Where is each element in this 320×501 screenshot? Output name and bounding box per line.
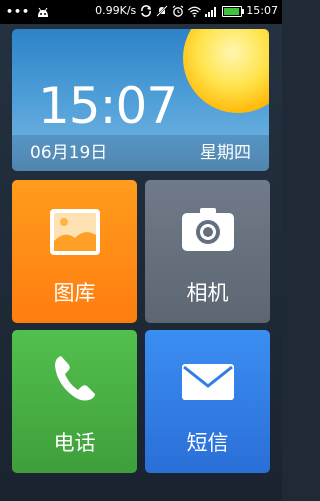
sms-icon — [181, 364, 234, 400]
camera-tile[interactable]: 相机 — [145, 180, 270, 323]
data-sync-icon — [141, 5, 152, 17]
status-time: 15:07 — [246, 4, 278, 17]
menu-dots-icon: ••• — [6, 5, 31, 18]
sms-label: 短信 — [186, 431, 229, 455]
phone-icon — [54, 356, 95, 401]
mute-icon — [156, 5, 169, 17]
sms-tile[interactable]: 短信 — [145, 330, 270, 473]
wifi-icon — [188, 6, 202, 17]
android-icon — [38, 7, 49, 17]
clock-weather-widget[interactable]: 15:07 06月19日 星期四 — [12, 29, 269, 171]
alarm-icon — [172, 5, 184, 17]
gallery-icon — [49, 209, 100, 255]
clock-time: 15:07 — [38, 77, 178, 135]
clock-weekday: 星期四 — [200, 143, 251, 163]
signal-icon — [205, 6, 217, 17]
phone-tile[interactable]: 电话 — [12, 330, 137, 473]
gallery-label: 图库 — [53, 281, 96, 305]
status-bar: ••• 0.99K/s 15:07 — [0, 0, 282, 24]
clock-date: 06月19日 — [30, 143, 108, 163]
network-speed: 0.99K/s — [95, 4, 137, 17]
sun-icon — [183, 29, 269, 113]
camera-label: 相机 — [186, 281, 229, 305]
camera-icon — [181, 208, 234, 251]
battery-icon — [222, 5, 245, 17]
phone-label: 电话 — [53, 431, 96, 455]
clock-date-bar: 06月19日 星期四 — [12, 135, 269, 171]
gallery-tile[interactable]: 图库 — [12, 180, 137, 323]
